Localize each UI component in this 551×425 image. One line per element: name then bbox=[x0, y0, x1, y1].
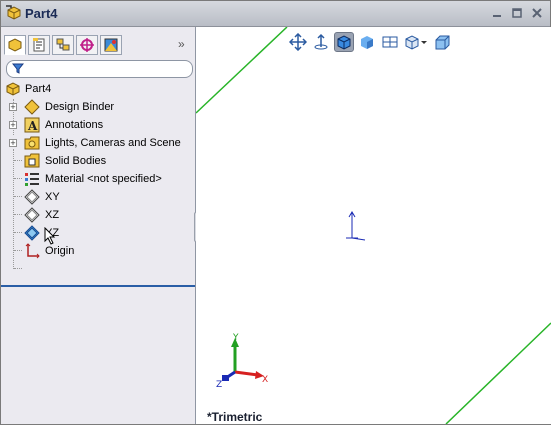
tree-item-origin[interactable]: Origin bbox=[1, 242, 195, 260]
property-manager-icon bbox=[33, 38, 45, 52]
restore-icon[interactable] bbox=[510, 6, 524, 20]
tree-item-design-binder[interactable]: + Design Binder bbox=[1, 98, 195, 116]
tree-guide-line bbox=[14, 268, 22, 269]
triad-x-label: X bbox=[262, 375, 268, 385]
display-manager-icon bbox=[104, 38, 118, 52]
annotations-icon: A bbox=[24, 117, 40, 133]
lights-cameras-icon bbox=[24, 135, 40, 151]
tree-item-label: Origin bbox=[45, 245, 75, 257]
wireframe-cube-icon bbox=[435, 35, 450, 50]
minimize-icon[interactable] bbox=[490, 6, 504, 20]
zoom-icon bbox=[314, 33, 328, 50]
plane-edge-line bbox=[445, 322, 551, 424]
origin-icon bbox=[24, 243, 40, 259]
tab-display-manager[interactable] bbox=[100, 35, 122, 55]
pan-button[interactable] bbox=[288, 32, 308, 52]
tree-filter[interactable] bbox=[6, 60, 193, 78]
tab-property-manager[interactable] bbox=[28, 35, 50, 55]
tab-dimxpert-manager[interactable] bbox=[76, 35, 98, 55]
tree-item-label: Material <not specified> bbox=[45, 173, 162, 185]
shaded-with-edges-button[interactable] bbox=[334, 32, 354, 52]
tree-item-label: Lights, Cameras and Scene bbox=[45, 137, 181, 149]
triad-icon bbox=[222, 338, 264, 381]
svg-text:A: A bbox=[27, 119, 38, 133]
pan-icon bbox=[289, 33, 307, 51]
tree-root[interactable]: Part4 bbox=[1, 80, 195, 98]
tree-item-plane-xy[interactable]: XY bbox=[1, 188, 195, 206]
tab-configuration-manager[interactable] bbox=[52, 35, 74, 55]
dimxpert-icon bbox=[80, 38, 94, 52]
filter-icon bbox=[11, 63, 25, 77]
tree-item-label: Solid Bodies bbox=[45, 155, 107, 167]
plane-selected-icon bbox=[24, 225, 40, 241]
more-tabs-chevron-icon[interactable]: » bbox=[178, 37, 185, 51]
material-icon bbox=[24, 171, 40, 187]
tree-item-label: Design Binder bbox=[45, 101, 115, 113]
section-view-icon bbox=[382, 36, 398, 48]
plane-icon bbox=[24, 189, 40, 205]
window-title: Part4 bbox=[25, 6, 58, 21]
graphics-area[interactable]: Y X Z *Trimetric bbox=[196, 27, 551, 424]
tree-item-annotations[interactable]: + A Annotations bbox=[1, 116, 195, 134]
design-binder-icon bbox=[24, 99, 40, 115]
shaded-edges-cube-icon bbox=[337, 35, 351, 50]
hidden-lines-button[interactable] bbox=[432, 32, 452, 52]
title-bar[interactable]: Part4 bbox=[1, 1, 550, 27]
heads-up-view-toolbar bbox=[288, 32, 452, 52]
window-controls bbox=[490, 6, 544, 20]
feature-manager-panel: » Part4 + Design Binder + A Annotations … bbox=[1, 27, 196, 424]
close-icon[interactable] bbox=[530, 6, 544, 20]
zoom-button[interactable] bbox=[311, 32, 331, 52]
shaded-cube-icon bbox=[361, 36, 373, 49]
plane-icon bbox=[24, 207, 40, 223]
tree-item-plane-xz[interactable]: XZ bbox=[1, 206, 195, 224]
tree-item-label: XZ bbox=[45, 209, 60, 221]
triad-y-label: Y bbox=[232, 333, 239, 343]
model-scene: Y X Z bbox=[196, 27, 551, 424]
section-view-button[interactable] bbox=[380, 32, 400, 52]
tree-root-label: Part4 bbox=[25, 83, 52, 95]
feature-tree-icon bbox=[8, 38, 22, 52]
tree-item-lights-cameras[interactable]: + Lights, Cameras and Scene bbox=[1, 134, 195, 152]
view-orientation-icon bbox=[405, 35, 427, 50]
tab-feature-tree[interactable] bbox=[4, 35, 26, 55]
plane-edge-line bbox=[196, 27, 288, 114]
triad-z-label: Z bbox=[216, 380, 222, 390]
view-orientation-button[interactable] bbox=[403, 32, 429, 52]
origin-marker-icon bbox=[346, 211, 366, 241]
shaded-button[interactable] bbox=[357, 32, 377, 52]
expand-icon[interactable]: + bbox=[9, 103, 17, 112]
expand-icon[interactable]: + bbox=[9, 139, 17, 148]
tree-item-material[interactable]: Material <not specified> bbox=[1, 170, 195, 188]
rollback-bar[interactable] bbox=[1, 285, 195, 287]
part-icon bbox=[6, 5, 22, 24]
expand-icon[interactable]: + bbox=[9, 121, 17, 130]
tree-item-label: XY bbox=[45, 191, 60, 203]
filter-input[interactable] bbox=[29, 62, 184, 75]
part-window: Part4 » Part4 + Design Binder + A Annota… bbox=[0, 0, 551, 425]
configuration-manager-icon bbox=[56, 38, 70, 51]
part-icon bbox=[5, 81, 21, 97]
tree-item-solid-bodies[interactable]: Solid Bodies bbox=[1, 152, 195, 170]
solid-bodies-icon bbox=[24, 153, 40, 169]
tree-item-label: Annotations bbox=[45, 119, 104, 131]
view-name-label: *Trimetric bbox=[207, 410, 263, 424]
manager-tabs bbox=[4, 35, 124, 55]
tree-item-plane-yz[interactable]: YZ bbox=[1, 224, 195, 245]
